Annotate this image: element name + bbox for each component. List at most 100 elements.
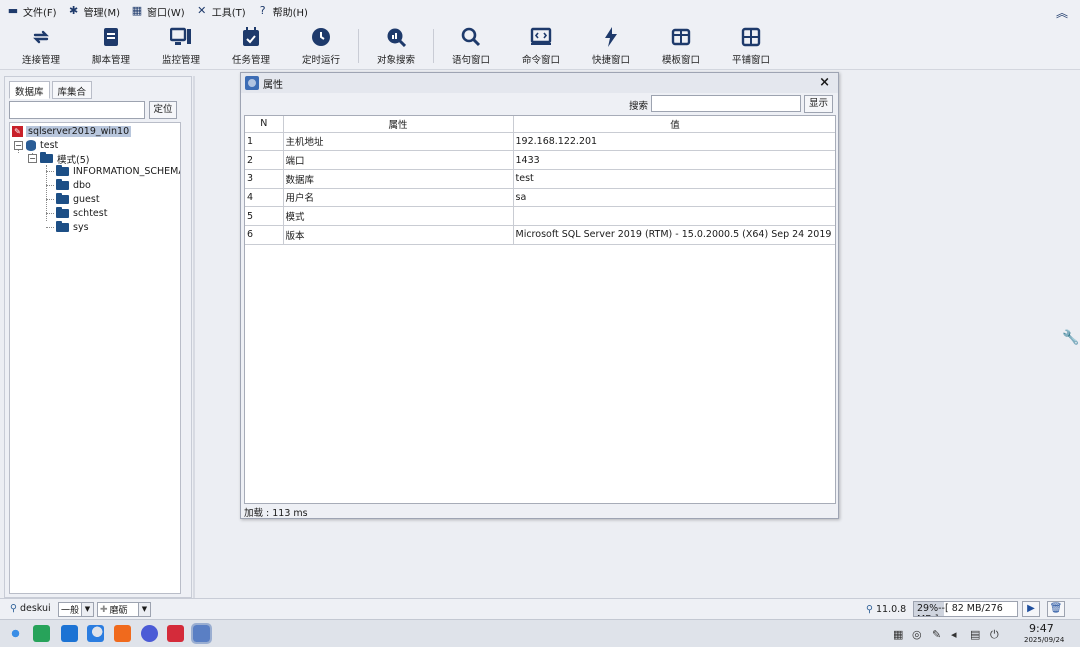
- object-search-button[interactable]: 对象搜索: [361, 22, 431, 70]
- cell-value[interactable]: Microsoft SQL Server 2019 (RTM) - 15.0.2…: [513, 225, 835, 245]
- table-row[interactable]: 5 模式: [245, 206, 835, 226]
- folder-icon: [56, 207, 69, 218]
- mode-select[interactable]: 一般 ▼: [58, 602, 94, 617]
- locate-row: 定位: [9, 101, 179, 121]
- gear-icon: ✱: [68, 4, 79, 17]
- network-icon[interactable]: ◎: [912, 628, 922, 641]
- locate-input[interactable]: [9, 101, 145, 119]
- settings-app-icon[interactable]: [141, 625, 158, 642]
- connection-manager-button[interactable]: 连接管理: [6, 22, 76, 70]
- show-button[interactable]: 显示: [804, 95, 833, 113]
- memory-usage-bar[interactable]: 29%--[ 82 MB/276 MB ]: [913, 601, 1018, 617]
- menu-window[interactable]: ▦ 窗口(W): [130, 4, 185, 19]
- search-input[interactable]: [651, 95, 801, 112]
- menu-tools-label: 工具(T): [211, 7, 246, 19]
- tree-node-server[interactable]: ✎ sqlserver2019_win10: [12, 125, 132, 138]
- close-icon[interactable]: ×: [819, 75, 830, 90]
- mode-value: 一般: [61, 606, 80, 616]
- table-row[interactable]: 3 数据库 test: [245, 169, 835, 189]
- tree-node-schema[interactable]: guest: [56, 193, 100, 206]
- theme-select[interactable]: ✚ 磨砺 ▼: [97, 602, 151, 617]
- tree-node-schema[interactable]: schtest: [56, 207, 107, 220]
- toolbar-label: 语句窗口: [451, 55, 490, 66]
- tree-node-schema[interactable]: INFORMATION_SCHEMA: [56, 165, 180, 178]
- volume-icon[interactable]: ◂: [951, 628, 957, 641]
- tab-database-collection[interactable]: 库集合: [51, 81, 93, 99]
- browser-app-icon[interactable]: [87, 625, 104, 642]
- files-app-icon[interactable]: [114, 625, 131, 642]
- database-tree: ✎ sqlserver2019_win10 − test − 模式(5) INF…: [9, 122, 181, 594]
- terminal-app-icon[interactable]: [33, 625, 50, 642]
- tree-node-schema-group[interactable]: − 模式(5): [28, 152, 89, 166]
- tree-node-schema[interactable]: dbo: [56, 179, 91, 192]
- dbtool-app-icon[interactable]: [167, 625, 184, 642]
- menu-file[interactable]: ▬ 文件(F): [6, 4, 57, 19]
- cell-value[interactable]: sa: [513, 188, 835, 208]
- cell-value[interactable]: 1433: [513, 150, 835, 170]
- statement-window-button[interactable]: 语句窗口: [436, 22, 506, 70]
- column-header-value[interactable]: 值: [513, 116, 835, 133]
- schema-label: schtest: [73, 208, 108, 219]
- toolbar-label: 脚本管理: [91, 55, 130, 66]
- toolbar-label: 连接管理: [21, 55, 60, 66]
- table-row[interactable]: 2 端口 1433: [245, 150, 835, 170]
- tree-connector: [46, 185, 54, 186]
- tile-window-button[interactable]: 平铺窗口: [716, 22, 786, 70]
- task-manager-button[interactable]: 任务管理: [216, 22, 286, 70]
- schema-label: dbo: [73, 180, 91, 191]
- folder-icon: ▬: [7, 4, 19, 17]
- tree-connector: [46, 213, 54, 214]
- table-row[interactable]: 4 用户名 sa: [245, 188, 835, 208]
- properties-table: N 属性 值 1 主机地址 192.168.122.201 2 端口 1 433 …: [245, 116, 835, 245]
- properties-app-icon[interactable]: [191, 623, 212, 644]
- lightning-icon: [600, 26, 622, 48]
- store-app-icon[interactable]: [61, 625, 78, 642]
- monitor-manager-button[interactable]: 监控管理: [146, 22, 216, 70]
- toolbar-label: 定时运行: [301, 55, 340, 66]
- menu-help[interactable]: ? 帮助(H): [256, 4, 308, 19]
- play-icon[interactable]: ▶: [1022, 601, 1040, 617]
- table-row[interactable]: 1 主机地址 192.168.122.201: [245, 132, 835, 152]
- version-icon: ⚲: [866, 604, 873, 615]
- locate-button[interactable]: 定位: [149, 101, 177, 119]
- collapse-toolbar-icon[interactable]: ︽: [1056, 4, 1068, 21]
- toolbar-label: 快捷窗口: [591, 55, 630, 66]
- quick-window-button[interactable]: 快捷窗口: [576, 22, 646, 70]
- wrench-icon[interactable]: 🔧: [1062, 330, 1079, 346]
- cell-property: 数据库: [283, 169, 514, 189]
- table-header-row: N 属性 值: [245, 116, 835, 133]
- clock-icon: [310, 26, 332, 48]
- cell-property: 模式: [283, 206, 514, 226]
- clock-date[interactable]: 2025/09/24: [1024, 636, 1064, 644]
- dialog-titlebar[interactable]: 属性 ×: [241, 73, 838, 93]
- cell-value[interactable]: test: [513, 169, 835, 189]
- tree-node-schema[interactable]: sys: [56, 221, 89, 234]
- script-manager-button[interactable]: 脚本管理: [76, 22, 146, 70]
- table-row[interactable]: 6 版本 Microsoft SQL Server 2019 (RTM) - 1…: [245, 225, 835, 245]
- folder-icon: [56, 179, 69, 190]
- scheduled-run-button[interactable]: 定时运行: [286, 22, 356, 70]
- tree-node-database[interactable]: − test: [14, 139, 58, 152]
- collapse-toggle-icon[interactable]: −: [14, 141, 23, 150]
- clock-time[interactable]: 9:47: [1029, 622, 1054, 635]
- cell-value[interactable]: [513, 206, 835, 226]
- column-header-n[interactable]: N: [245, 116, 284, 133]
- launcher-icon[interactable]: [7, 625, 24, 642]
- menu-manage[interactable]: ✱ 管理(M): [67, 4, 120, 19]
- keyboard-icon[interactable]: ▦: [893, 628, 903, 641]
- trash-icon[interactable]: 🗑: [1047, 601, 1065, 617]
- tab-database[interactable]: 数据库: [9, 81, 50, 99]
- command-window-button[interactable]: 命令窗口: [506, 22, 576, 70]
- database-icon: [26, 140, 36, 151]
- toolbar-label: 模板窗口: [661, 55, 700, 66]
- folder-icon: [56, 165, 69, 176]
- collapse-toggle-icon[interactable]: −: [28, 154, 37, 163]
- pen-icon[interactable]: ✎: [932, 628, 941, 641]
- storage-icon[interactable]: ▤: [970, 628, 980, 641]
- panel-splitter[interactable]: [193, 76, 195, 598]
- column-header-property[interactable]: 属性: [283, 116, 514, 133]
- cell-value[interactable]: 192.168.122.201: [513, 132, 835, 152]
- template-window-button[interactable]: 模板窗口: [646, 22, 716, 70]
- power-icon[interactable]: ⏻: [990, 628, 999, 642]
- menu-tools[interactable]: ✕ 工具(T): [195, 4, 246, 19]
